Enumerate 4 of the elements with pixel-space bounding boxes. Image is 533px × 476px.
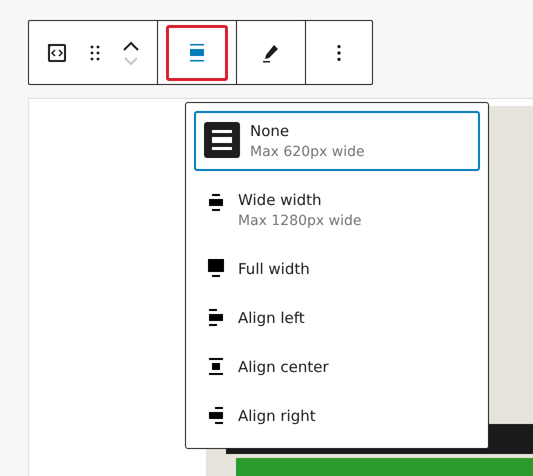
align-button[interactable] [166, 24, 228, 80]
align-none-icon [204, 122, 240, 158]
more-vertical-icon [337, 44, 341, 60]
menu-item[interactable]: None Max 620px wide [194, 111, 480, 171]
